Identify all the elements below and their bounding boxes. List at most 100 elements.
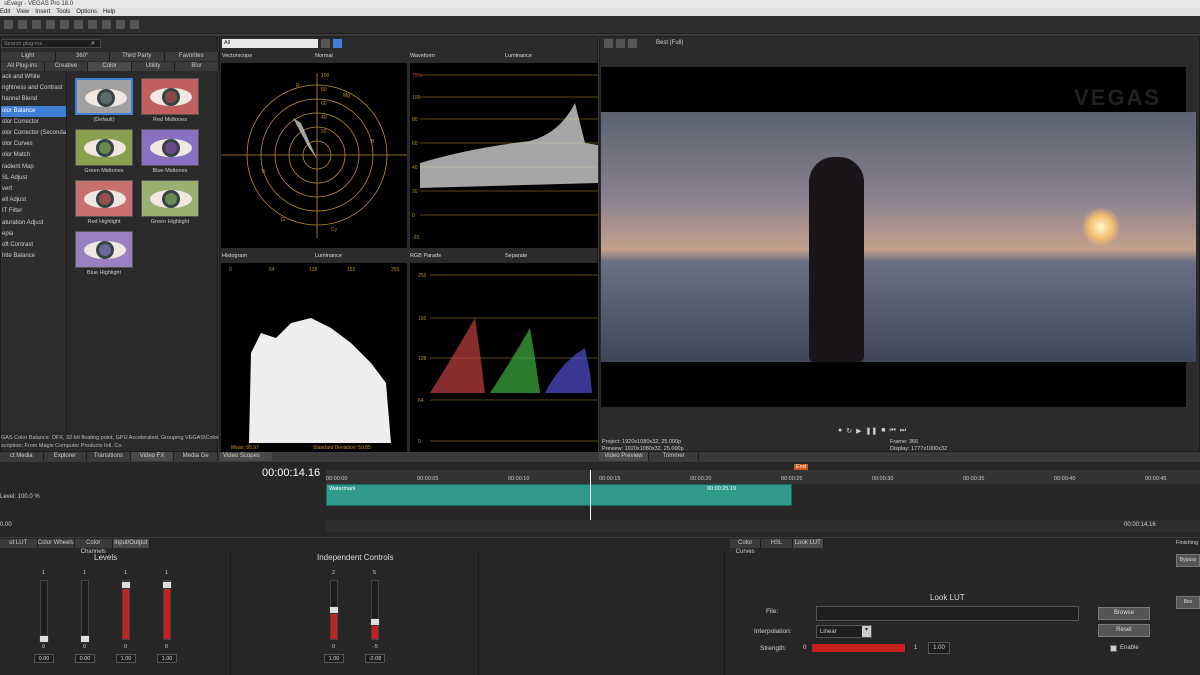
bypass-button[interactable]: Bypass	[1176, 554, 1200, 567]
preset-thumbnail[interactable]	[75, 129, 133, 166]
open-icon[interactable]	[18, 20, 27, 29]
plugin-item[interactable]: olor Corrector	[1, 117, 66, 128]
next-icon[interactable]: ⏭	[900, 427, 906, 436]
level-slider[interactable]	[80, 580, 90, 643]
menu-view[interactable]: View	[16, 8, 29, 16]
menu-help[interactable]: Help	[103, 8, 115, 16]
tab-video-preview[interactable]: Video Preview	[599, 452, 649, 461]
prev-icon[interactable]: ⏮	[889, 427, 895, 436]
tab-color-wheels[interactable]: Color Wheels	[37, 539, 75, 548]
save-icon[interactable]	[32, 20, 41, 29]
loop-icon[interactable]: ↻	[846, 427, 852, 436]
fx-icon[interactable]	[628, 39, 637, 48]
strength-slider[interactable]	[812, 644, 907, 652]
slider-knob[interactable]	[39, 635, 49, 643]
slider-knob[interactable]	[121, 581, 131, 589]
waveform-mode[interactable]: Luminance	[505, 51, 532, 62]
menu-tools[interactable]: Tools	[56, 8, 70, 16]
tab-favorites[interactable]: Favorites	[164, 52, 219, 61]
slider-value[interactable]: 0.00	[75, 654, 95, 663]
file-field[interactable]	[816, 606, 1079, 621]
preset-thumbnail[interactable]	[141, 129, 199, 166]
settings-icon[interactable]	[604, 39, 613, 48]
slider-knob[interactable]	[162, 581, 172, 589]
tab-third-party[interactable]: Third Party	[110, 52, 165, 61]
tab-color[interactable]: Color	[88, 62, 132, 71]
tab-transitions[interactable]: Transitions	[87, 452, 131, 461]
tab-input-lut[interactable]: ut LUT	[0, 539, 38, 548]
preset-thumbnail[interactable]	[75, 180, 133, 217]
copy-icon[interactable]	[74, 20, 83, 29]
plugin-item[interactable]: IT Filter	[1, 206, 66, 217]
slider-value[interactable]: -2.08	[365, 654, 385, 663]
chevron-down-icon[interactable]: ▾	[862, 626, 871, 637]
video-event[interactable]: Watermark 00:00:25.19	[326, 484, 792, 506]
paste-icon[interactable]	[88, 20, 97, 29]
browse-button[interactable]: Browse	[1098, 607, 1150, 620]
scope-dropdown[interactable]: All	[222, 39, 318, 48]
preset-thumbnail[interactable]	[141, 180, 199, 217]
tab-video-scopes[interactable]: Video Scopes	[220, 452, 272, 461]
tab-utility[interactable]: Utility	[131, 62, 176, 71]
tab-explorer[interactable]: Explorer	[43, 452, 88, 461]
tab-project-media[interactable]: ct Media	[0, 452, 44, 461]
plugin-item[interactable]: radient Map	[1, 162, 66, 173]
play-icon[interactable]: ▶	[856, 427, 861, 436]
slider-knob[interactable]	[80, 635, 90, 643]
search-input[interactable]: Search plug-ins	[1, 39, 101, 48]
plugin-item[interactable]: hannel Blend	[1, 94, 66, 105]
end-marker[interactable]: End	[794, 464, 808, 470]
tab-trimmer[interactable]: Trimmer	[649, 452, 699, 461]
menu-edit[interactable]: Edit	[0, 8, 10, 16]
undo-icon[interactable]	[102, 20, 111, 29]
plugin-item[interactable]: ell Adjust	[1, 195, 66, 206]
plugin-item[interactable]: epia	[1, 229, 66, 240]
plugin-item[interactable]: olor Curves	[1, 139, 66, 150]
settings-icon[interactable]	[46, 20, 55, 29]
render-icon[interactable]	[130, 20, 139, 29]
search-icon[interactable]: ⌕	[91, 40, 95, 48]
tab-color-curves[interactable]: Color Curves	[730, 539, 762, 555]
tab-finishing[interactable]: Finishing	[1176, 540, 1198, 546]
tab-light[interactable]: Light	[1, 52, 56, 61]
preset-thumbnail[interactable]	[141, 78, 199, 115]
stop-icon[interactable]: ■	[881, 427, 885, 436]
tab-all-plugins[interactable]: All Plug-ins	[1, 62, 45, 71]
plugin-item[interactable]: oft Contrast	[1, 240, 66, 251]
histogram-mode[interactable]: Luminance	[315, 251, 342, 262]
tab-color-channels[interactable]: Color Channels	[75, 539, 113, 555]
plugin-item[interactable]: SL Adjust	[1, 173, 66, 184]
menu-insert[interactable]: Insert	[35, 8, 50, 16]
plugin-item[interactable]: rightness and Contrast	[1, 83, 66, 94]
tab-video-fx[interactable]: Video FX	[130, 452, 175, 461]
enable-checkbox[interactable]	[1110, 645, 1117, 652]
tab-look-lut[interactable]: Look LUT	[792, 539, 824, 548]
plugin-item[interactable]: hite Balance	[1, 251, 66, 262]
tab-creative[interactable]: Creative	[44, 62, 89, 71]
tab-media-generators[interactable]: Media Ge	[174, 452, 218, 461]
split-icon[interactable]	[616, 39, 625, 48]
record-icon[interactable]: ●	[838, 427, 842, 436]
level-slider[interactable]	[162, 580, 172, 640]
settings-icon[interactable]	[321, 39, 330, 48]
plugin-item[interactable]: aturation Adjust	[1, 218, 66, 229]
slider-knob[interactable]	[370, 618, 380, 626]
redo-icon[interactable]	[116, 20, 125, 29]
plugin-item[interactable]: ack and White	[1, 72, 66, 83]
tab-360[interactable]: 360°	[55, 52, 110, 61]
preset-thumbnail[interactable]	[75, 231, 133, 268]
plugin-item[interactable]: vert	[1, 184, 66, 195]
slider-value[interactable]: 1.00	[324, 654, 344, 663]
slider-knob[interactable]	[329, 606, 339, 614]
tab-blur[interactable]: Blur	[175, 62, 219, 71]
level-slider[interactable]	[329, 580, 339, 640]
menu-options[interactable]: Options	[76, 8, 97, 16]
new-icon[interactable]	[4, 20, 13, 29]
slider-value[interactable]: 0.00	[34, 654, 54, 663]
reset-button[interactable]: Reset	[1098, 624, 1150, 637]
tab-input-output[interactable]: Input/Output	[112, 539, 150, 548]
level-slider[interactable]	[370, 580, 380, 640]
cut-icon[interactable]	[60, 20, 69, 29]
preset-thumbnail[interactable]	[75, 78, 133, 115]
plugin-item[interactable]: olor Corrector (Secondary)	[1, 128, 66, 139]
